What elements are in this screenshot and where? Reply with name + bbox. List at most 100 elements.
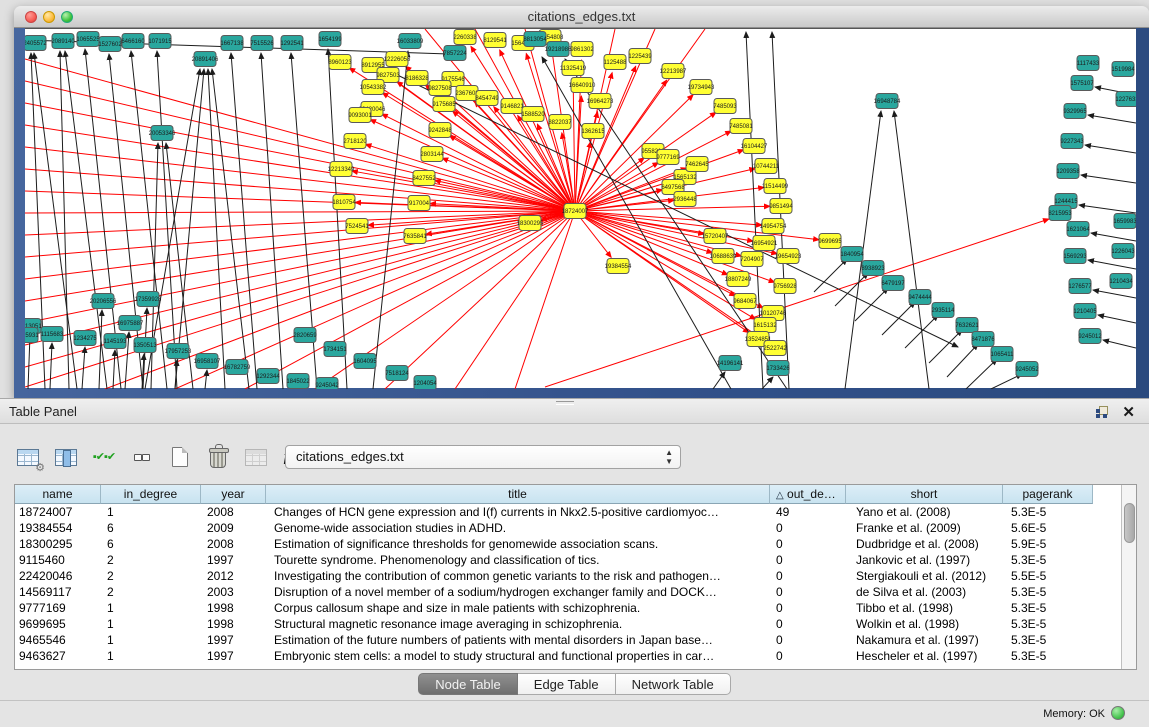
cell-year: 1997 — [201, 648, 266, 664]
column-header-name[interactable]: name — [15, 485, 101, 504]
table-row[interactable]: 1456911722003Disruption of a novel membe… — [15, 584, 1093, 600]
node-label: 1840954 — [840, 252, 864, 258]
node-label: 7857224 — [443, 51, 467, 57]
table-row[interactable]: 1830029562008Estimation of significance … — [15, 536, 1093, 552]
table-toolbar: ⚙ ▪✔▪✔ f(x) — [14, 440, 308, 474]
table-settings-icon[interactable]: ⚙ — [14, 444, 42, 470]
table-row[interactable]: 977716911998Corpus callosum shape and si… — [15, 600, 1093, 616]
table-type-tabs: Node TableEdge TableNetwork Table — [0, 673, 1149, 695]
cell-short: de Silva et al. (2003) — [846, 584, 1003, 600]
node-label: 9093001 — [348, 113, 372, 119]
cell-name: 19384554 — [15, 520, 101, 536]
node-label: 1234275 — [73, 336, 97, 342]
cell-title: Structural magnetic resonance image aver… — [266, 616, 770, 632]
citation-network-graph[interactable]: 8960123891295512226058982750381863281054… — [25, 29, 1136, 389]
cell-title: Investigating the contribution of common… — [266, 568, 770, 584]
table-row[interactable]: 2242004622012Investigating the contribut… — [15, 568, 1093, 584]
delete-table-icon — [242, 444, 270, 470]
cell-pagerank: 5.9E-5 — [1003, 536, 1093, 552]
node-label: 1654199 — [318, 37, 342, 43]
node-label: 7485093 — [713, 104, 737, 110]
new-table-icon[interactable] — [166, 444, 194, 470]
scrollbar-thumb[interactable] — [1124, 503, 1135, 543]
desktop: citations_edges.txt 89601238912955122260… — [0, 0, 1149, 727]
node-label: 1292344 — [256, 374, 280, 380]
node-label: 1065411 — [991, 352, 1015, 358]
cell-year: 1997 — [201, 632, 266, 648]
cell-short: Tibbo et al. (1998) — [846, 600, 1003, 616]
node-label: 18724007 — [562, 209, 589, 215]
memory-status-icon[interactable] — [1111, 706, 1125, 720]
node-label: 7204907 — [740, 257, 764, 263]
node-label: 2405572 — [25, 41, 47, 47]
node-label: 16640910 — [569, 83, 596, 89]
cell-pagerank: 5.3E-5 — [1003, 648, 1093, 664]
column-header-year[interactable]: year — [201, 485, 266, 504]
node-label: 9756928 — [773, 284, 797, 290]
node-label: 8129541 — [483, 38, 507, 44]
column-settings-icon[interactable] — [52, 444, 80, 470]
select-rows-icon[interactable]: ▪✔▪✔ — [90, 444, 118, 470]
table-selector-dropdown[interactable]: citations_edges.txt ▲▼ — [285, 445, 681, 469]
table-row[interactable]: 946554611997Estimation of the future num… — [15, 632, 1093, 648]
cell-name: 9465546 — [15, 632, 101, 648]
tab-edge-table[interactable]: Edge Table — [518, 673, 616, 695]
cell-short: Yano et al. (2008) — [846, 504, 1003, 520]
cell-in_degree: 6 — [101, 520, 201, 536]
window-title: citations_edges.txt — [14, 9, 1149, 24]
node-label: 1575107 — [1070, 81, 1094, 87]
cell-pagerank: 5.3E-5 — [1003, 504, 1093, 520]
tab-node-table[interactable]: Node Table — [418, 673, 518, 695]
node-label: 1125488 — [604, 60, 628, 66]
column-header-pagerank[interactable]: pagerank — [1003, 485, 1093, 504]
table-row[interactable]: 946362711997Embryonic stem cells: a mode… — [15, 648, 1093, 664]
node-label: 9684067 — [733, 299, 757, 305]
cell-title: Estimation of significance thresholds fo… — [266, 536, 770, 552]
table-panel-title: Table Panel — [9, 404, 77, 419]
cell-in_degree: 1 — [101, 632, 201, 648]
float-panel-icon[interactable] — [1096, 406, 1109, 418]
cell-pagerank: 5.5E-5 — [1003, 568, 1093, 584]
cell-name: 9115460 — [15, 552, 101, 568]
cell-in_degree: 1 — [101, 616, 201, 632]
table-scrollbar[interactable] — [1121, 485, 1136, 669]
cell-out_degree: 0 — [770, 536, 846, 552]
node-label: 9827508 — [428, 86, 452, 92]
cell-in_degree: 1 — [101, 504, 201, 520]
close-panel-icon[interactable]: ✕ — [1122, 403, 1135, 421]
node-label: 2803144 — [420, 152, 444, 158]
table-row[interactable]: 911546021997Tourette syndrome. Phenomeno… — [15, 552, 1093, 568]
column-header-title[interactable]: title — [266, 485, 770, 504]
node-label: 9827503 — [376, 73, 400, 79]
cell-short: Jankovic et al. (1997) — [846, 552, 1003, 568]
window-titlebar[interactable]: citations_edges.txt — [14, 6, 1149, 28]
cell-out_degree: 0 — [770, 568, 846, 584]
cell-year: 2008 — [201, 504, 266, 520]
column-header-short[interactable]: short — [846, 485, 1003, 504]
delete-icon[interactable] — [204, 444, 232, 470]
node-label: 1065525 — [76, 37, 100, 43]
network-canvas[interactable]: 8960123891295512226058982750381863281054… — [25, 28, 1136, 388]
cell-pagerank: 5.3E-5 — [1003, 584, 1093, 600]
dropdown-arrows-icon: ▲▼ — [665, 448, 673, 466]
table-row[interactable]: 1938455462009Genome-wide association stu… — [15, 520, 1093, 536]
column-header-out_de[interactable]: △ out_de… — [770, 485, 846, 504]
table-row[interactable]: 1872400712008Changes of HCN gene express… — [15, 504, 1093, 520]
node-label: 1734151 — [323, 347, 347, 353]
panel-resize-grip[interactable] — [556, 401, 574, 405]
cell-short: Dudbridge et al. (2008) — [846, 536, 1003, 552]
cell-short: Stergiakouli et al. (2012) — [846, 568, 1003, 584]
table-row[interactable]: 969969511998Structural magnetic resonanc… — [15, 616, 1093, 632]
cell-out_degree: 0 — [770, 648, 846, 664]
node-label: 8427552 — [412, 176, 436, 182]
node-label: 14196141 — [717, 361, 744, 367]
node-label: 7515526 — [250, 41, 274, 47]
row-height-icon[interactable] — [128, 444, 156, 470]
node-label: 7518124 — [385, 371, 409, 377]
node-label: 6497568 — [661, 185, 685, 191]
node-label: 8822037 — [548, 120, 572, 126]
node-label: 7635841 — [403, 234, 427, 240]
status-bar: Memory: OK — [0, 700, 1149, 727]
tab-network-table[interactable]: Network Table — [616, 673, 731, 695]
column-header-in_degree[interactable]: in_degree — [101, 485, 201, 504]
